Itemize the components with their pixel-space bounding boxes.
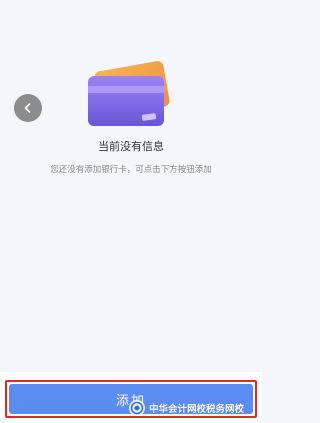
empty-state-hint: 您还没有添加银行卡，可点击下方按钮添加 [50,165,212,175]
chevron-left-icon [22,102,34,114]
bank-card-icon [84,58,180,132]
empty-state-title: 当前没有信息 [98,140,164,153]
back-button[interactable] [14,94,42,122]
bank-card-empty-page: 当前没有信息 您还没有添加银行卡，可点击下方按钮添加 添加 中华会计网校税务网校 [0,0,262,423]
watermark-logo-icon [128,399,146,417]
watermark-text: 中华会计网校税务网校 [149,404,245,415]
watermark: 中华会计网校税务网校 [128,398,244,418]
